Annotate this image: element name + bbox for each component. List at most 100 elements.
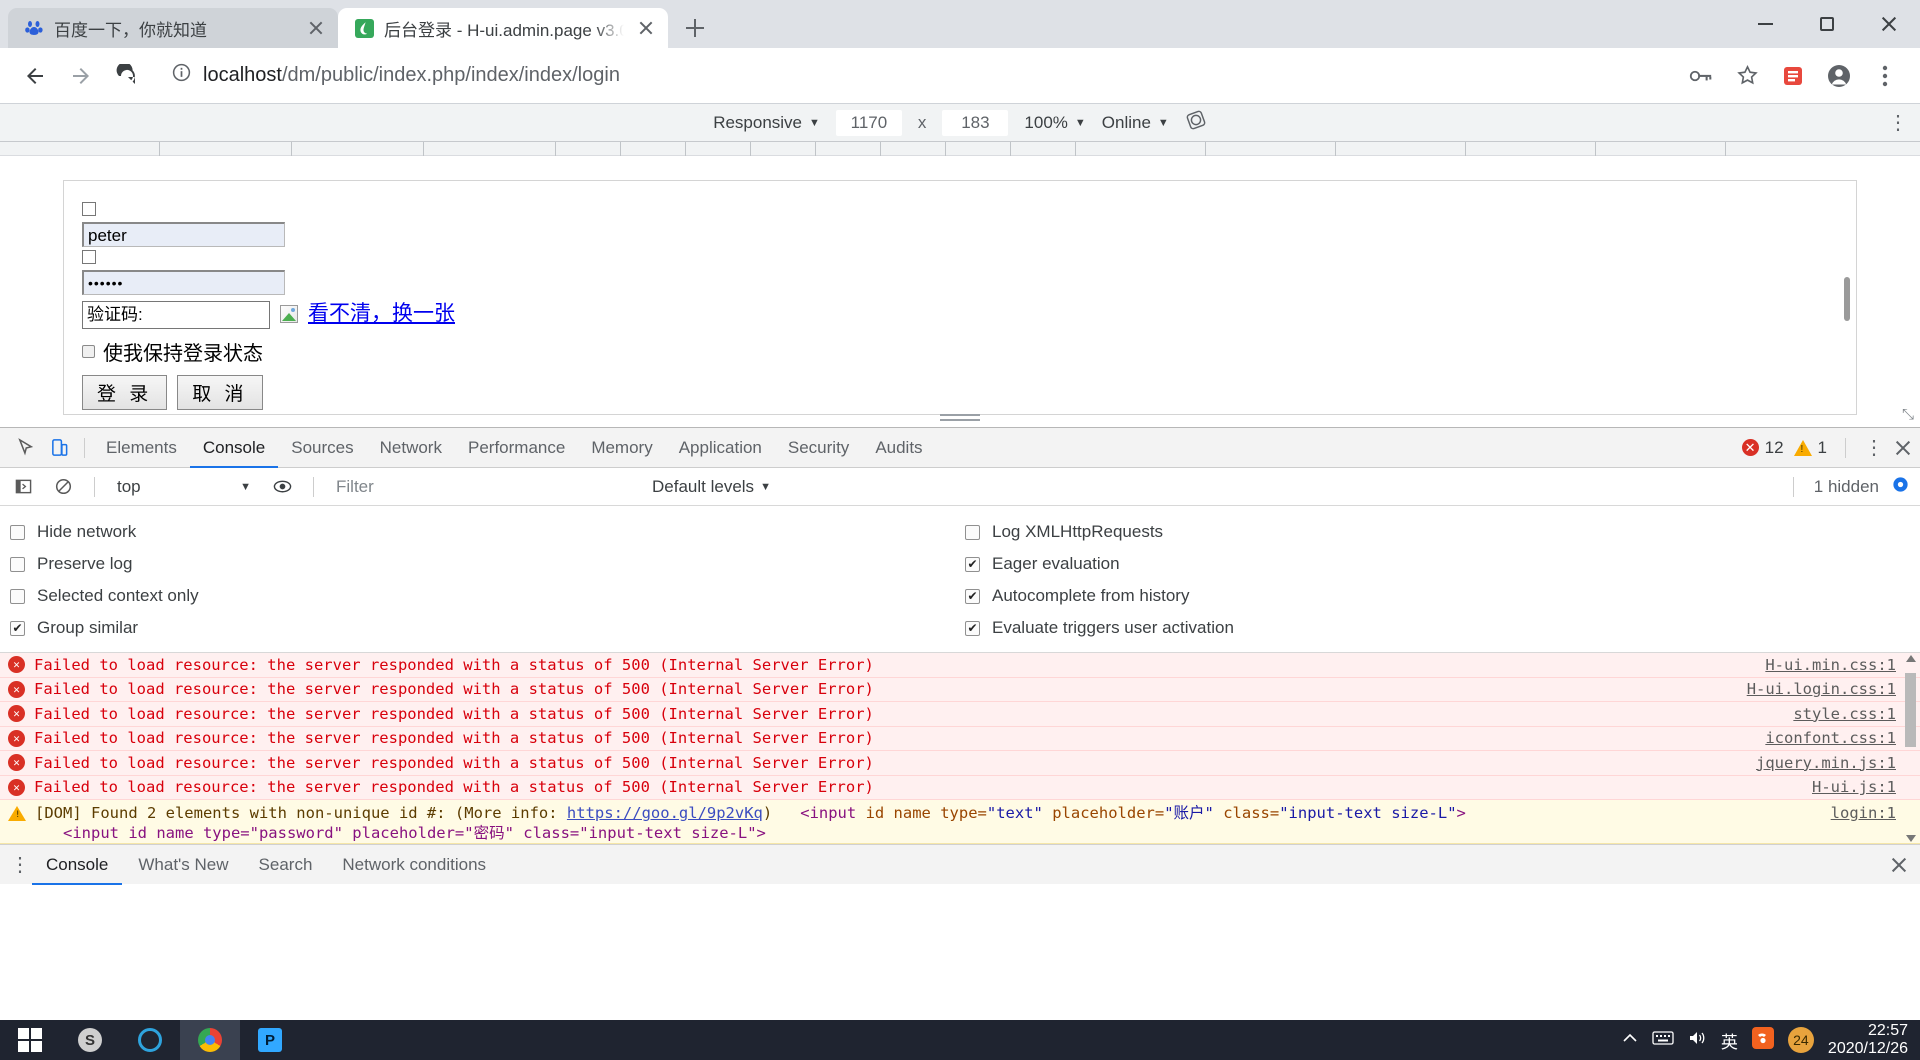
checkbox[interactable]	[10, 589, 25, 604]
profile-icon[interactable]	[1822, 59, 1856, 93]
tab-elements[interactable]: Elements	[93, 428, 190, 468]
console-source-link[interactable]: iconfont.css:1	[1765, 729, 1896, 747]
sogou-icon[interactable]	[1752, 1027, 1774, 1054]
log-levels-select[interactable]: Default levels ▼	[652, 477, 771, 497]
viewport-height-input[interactable]: 183	[942, 110, 1008, 136]
live-expression-icon[interactable]	[265, 470, 299, 504]
setting-hide-network[interactable]: Hide network	[10, 516, 965, 548]
rotate-icon[interactable]	[1185, 109, 1207, 136]
keep-logged-in-checkbox[interactable]	[82, 345, 95, 358]
address-bar[interactable]: localhost/dm/public/index.php/index/inde…	[158, 58, 1680, 94]
tab-console[interactable]: Console	[190, 428, 278, 468]
drawer-close-icon[interactable]	[1890, 856, 1908, 874]
console-settings-icon[interactable]	[1891, 475, 1910, 499]
notification-badge[interactable]: 24	[1788, 1027, 1814, 1053]
page-scrollbar[interactable]	[1844, 277, 1850, 321]
keep-logged-in-row[interactable]: 使我保持登录状态	[82, 337, 1856, 366]
volume-icon[interactable]	[1688, 1030, 1707, 1051]
setting-autocomplete-from-history[interactable]: Autocomplete from history	[965, 580, 1920, 612]
star-icon[interactable]	[1730, 59, 1764, 93]
keyboard-icon[interactable]	[1652, 1031, 1674, 1050]
drawer-tab-search[interactable]: Search	[245, 845, 327, 885]
throttling-select[interactable]: Online ▼	[1102, 113, 1169, 133]
extension-icon[interactable]	[1776, 59, 1810, 93]
tab-security[interactable]: Security	[775, 428, 862, 468]
clear-console-icon[interactable]	[46, 470, 80, 504]
checkbox[interactable]	[965, 525, 980, 540]
console-error-row[interactable]: ✕ Failed to load resource: the server re…	[0, 653, 1920, 678]
site-info-icon[interactable]	[172, 63, 191, 88]
photoshop-icon[interactable]: P	[240, 1020, 300, 1060]
viewport-width-input[interactable]: 1170	[836, 110, 902, 136]
taskbar-clock[interactable]: 22:57 2020/12/26	[1828, 1022, 1908, 1058]
password-input[interactable]: ••••••	[82, 270, 285, 295]
checkbox[interactable]	[10, 557, 25, 572]
skype-icon[interactable]: S	[60, 1020, 120, 1060]
username-input[interactable]: peter	[82, 222, 285, 247]
console-error-row[interactable]: ✕ Failed to load resource: the server re…	[0, 727, 1920, 752]
checkbox[interactable]	[965, 589, 980, 604]
tab-application[interactable]: Application	[666, 428, 775, 468]
console-source-link[interactable]: style.css:1	[1793, 705, 1896, 723]
maximize-icon[interactable]	[1796, 0, 1858, 48]
captcha-input[interactable]: 验证码:	[82, 301, 270, 329]
drawer-tab-whats-new[interactable]: What's New	[124, 845, 242, 885]
console-error-row[interactable]: ✕ Failed to load resource: the server re…	[0, 776, 1920, 801]
browser-tab-hui-login[interactable]: 后台登录 - H-ui.admin.page v3.0	[338, 8, 668, 48]
setting-preserve-log[interactable]: Preserve log	[10, 548, 965, 580]
toggle-device-toolbar-icon[interactable]	[42, 431, 76, 465]
windows-start-icon[interactable]	[0, 1020, 60, 1060]
tab-memory[interactable]: Memory	[578, 428, 665, 468]
google-chrome-icon[interactable]	[180, 1020, 240, 1060]
internet-explorer-icon[interactable]	[120, 1020, 180, 1060]
input-language-indicator[interactable]: 英	[1721, 1028, 1738, 1053]
drawer-more-icon[interactable]: ⋮	[10, 852, 30, 877]
console-error-row[interactable]: ✕ Failed to load resource: the server re…	[0, 702, 1920, 727]
warning-count-badge[interactable]: 1	[1794, 438, 1827, 458]
checkbox[interactable]	[965, 557, 980, 572]
inspect-element-icon[interactable]	[8, 431, 42, 465]
scroll-up-arrow-icon[interactable]	[1906, 655, 1916, 662]
console-error-row[interactable]: ✕ Failed to load resource: the server re…	[0, 678, 1920, 703]
console-source-link[interactable]: jquery.min.js:1	[1756, 754, 1896, 772]
back-arrow-icon[interactable]	[14, 55, 56, 97]
more-tools-icon[interactable]: ⋮	[1864, 435, 1884, 460]
broken-image-icon[interactable]	[280, 305, 298, 323]
console-filter-input[interactable]: Filter	[328, 477, 628, 497]
tab-sources[interactable]: Sources	[278, 428, 366, 468]
minimize-icon[interactable]	[1734, 0, 1796, 48]
close-window-icon[interactable]	[1858, 0, 1920, 48]
console-source-link[interactable]: H-ui.login.css:1	[1747, 680, 1896, 698]
setting-evaluate-triggers-user-activation[interactable]: Evaluate triggers user activation	[965, 612, 1920, 644]
close-devtools-icon[interactable]	[1894, 439, 1912, 457]
scroll-down-arrow-icon[interactable]	[1906, 835, 1916, 842]
drawer-tab-network-conditions[interactable]: Network conditions	[328, 845, 500, 885]
new-tab-button[interactable]	[678, 11, 712, 45]
browser-tab-baidu[interactable]: 百度一下，你就知道	[8, 8, 338, 48]
checkbox[interactable]	[10, 525, 25, 540]
scrollbar-thumb[interactable]	[1905, 673, 1916, 747]
menu-icon[interactable]	[1868, 59, 1902, 93]
drawer-tab-console[interactable]: Console	[32, 845, 122, 885]
key-icon[interactable]	[1684, 59, 1718, 93]
console-source-link[interactable]: H-ui.min.css:1	[1765, 656, 1896, 674]
warning-more-info-link[interactable]: https://goo.gl/9p2vKq	[567, 804, 763, 822]
resize-corner-icon[interactable]: ⤡	[1902, 406, 1914, 423]
console-error-row[interactable]: ✕ Failed to load resource: the server re…	[0, 751, 1920, 776]
console-source-link[interactable]: login:1	[1831, 804, 1896, 822]
console-source-link[interactable]: H-ui.js:1	[1812, 778, 1896, 796]
tab-network[interactable]: Network	[367, 428, 455, 468]
execution-context-select[interactable]: top ▼	[109, 477, 259, 497]
error-count-badge[interactable]: ✕ 12	[1742, 438, 1784, 458]
checkbox[interactable]	[10, 621, 25, 636]
refresh-captcha-link[interactable]: 看不清，换一张	[308, 301, 455, 327]
devtools-resizer-handle[interactable]	[940, 414, 980, 416]
setting-log-xmlhttprequests[interactable]: Log XMLHttpRequests	[965, 516, 1920, 548]
login-button[interactable]: 登 录	[82, 375, 167, 410]
cancel-button[interactable]: 取 消	[177, 375, 262, 410]
setting-selected-context-only[interactable]: Selected context only	[10, 580, 965, 612]
tab-performance[interactable]: Performance	[455, 428, 578, 468]
zoom-select[interactable]: 100% ▼	[1024, 113, 1085, 133]
show-hidden-icons-icon[interactable]	[1622, 1031, 1638, 1049]
setting-eager-evaluation[interactable]: Eager evaluation	[965, 548, 1920, 580]
